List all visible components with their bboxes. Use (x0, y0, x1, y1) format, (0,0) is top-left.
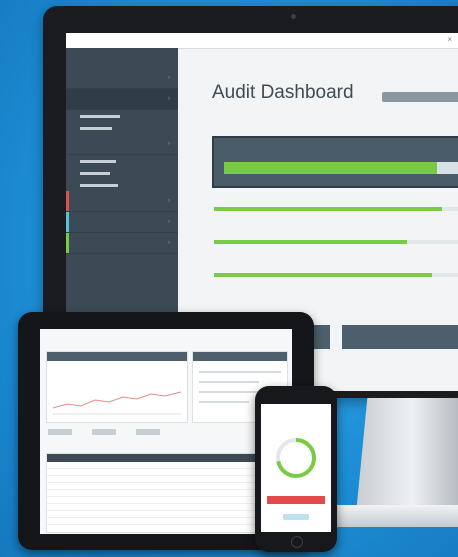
metric-row (212, 191, 458, 219)
tablet-stat (48, 429, 72, 437)
progress-track (214, 273, 458, 277)
tablet-stat (136, 429, 160, 437)
phone-progress-gauge (276, 438, 316, 478)
progress-fill (224, 162, 437, 174)
table-row[interactable] (47, 504, 287, 511)
table-row[interactable] (47, 511, 287, 518)
sidebar-item-5[interactable]: › (66, 212, 178, 233)
stat-bar (48, 429, 72, 435)
progress-track (224, 162, 458, 174)
subitem-bar (80, 126, 112, 130)
subitem-bar (80, 114, 120, 118)
side-line (199, 381, 259, 383)
sidebar-item-4[interactable]: › (66, 191, 178, 212)
accent-mark-green (66, 233, 69, 253)
summary-tile[interactable] (342, 325, 458, 349)
table-row[interactable] (47, 518, 287, 525)
tablet-chart-panel (46, 351, 188, 423)
header-action-button[interactable] (382, 92, 458, 102)
page-title: Audit Dashboard (212, 82, 354, 103)
side-line (199, 401, 249, 403)
table-row[interactable] (47, 469, 287, 476)
progress-fill (214, 273, 433, 277)
home-button[interactable] (291, 536, 303, 548)
accent-mark-red (66, 191, 69, 211)
chevron-right-icon: › (168, 75, 170, 81)
panel-header-bar (193, 352, 287, 361)
progress-track (214, 240, 458, 244)
overall-progress-card (212, 136, 458, 188)
accent-mark-blue (66, 212, 69, 232)
progress-track (214, 207, 458, 211)
chevron-right-icon: › (168, 219, 170, 225)
phone-device (255, 386, 337, 552)
chevron-right-icon: › (168, 198, 170, 204)
table-row[interactable] (47, 490, 287, 497)
sidebar-subitem[interactable] (66, 110, 178, 122)
sidebar-item-6[interactable]: › (66, 233, 178, 254)
progress-fill (214, 240, 408, 244)
phone-screen (261, 404, 331, 532)
subitem-bar (80, 171, 110, 175)
progress-fill (214, 207, 443, 211)
table-header (47, 454, 287, 462)
subitem-bar (80, 159, 116, 163)
table-row[interactable] (47, 476, 287, 483)
sidebar-item-3[interactable]: › (66, 134, 178, 155)
chevron-right-icon: › (168, 96, 170, 102)
table-row[interactable] (47, 483, 287, 490)
tablet-stat (92, 429, 116, 437)
chevron-right-icon: › (168, 141, 170, 147)
metric-row (212, 224, 458, 252)
panel-header-bar (47, 352, 187, 361)
sidebar-subitem[interactable] (66, 122, 178, 134)
alert-bar (267, 496, 325, 504)
camera-dot (291, 14, 296, 19)
sidebar-brand (66, 48, 178, 58)
trend-chart (52, 391, 182, 415)
table-row[interactable] (47, 462, 287, 469)
sidebar-subitem[interactable] (66, 155, 178, 167)
tablet-table (46, 453, 288, 533)
sidebar-subitem[interactable] (66, 179, 178, 191)
metric-row (212, 257, 458, 285)
trend-line (52, 391, 182, 409)
sidebar-item-2[interactable]: › (66, 89, 178, 110)
close-icon[interactable]: × (447, 35, 452, 44)
stat-bar (136, 429, 160, 435)
sidebar-subitem[interactable] (66, 167, 178, 179)
side-line (199, 371, 281, 373)
phone-action-button[interactable] (283, 514, 309, 520)
stat-bar (92, 429, 116, 435)
app-topbar: × (66, 33, 458, 49)
sidebar-item-1[interactable]: › (66, 68, 178, 89)
table-row[interactable] (47, 497, 287, 504)
subitem-bar (80, 183, 118, 187)
chevron-right-icon: › (168, 240, 170, 246)
